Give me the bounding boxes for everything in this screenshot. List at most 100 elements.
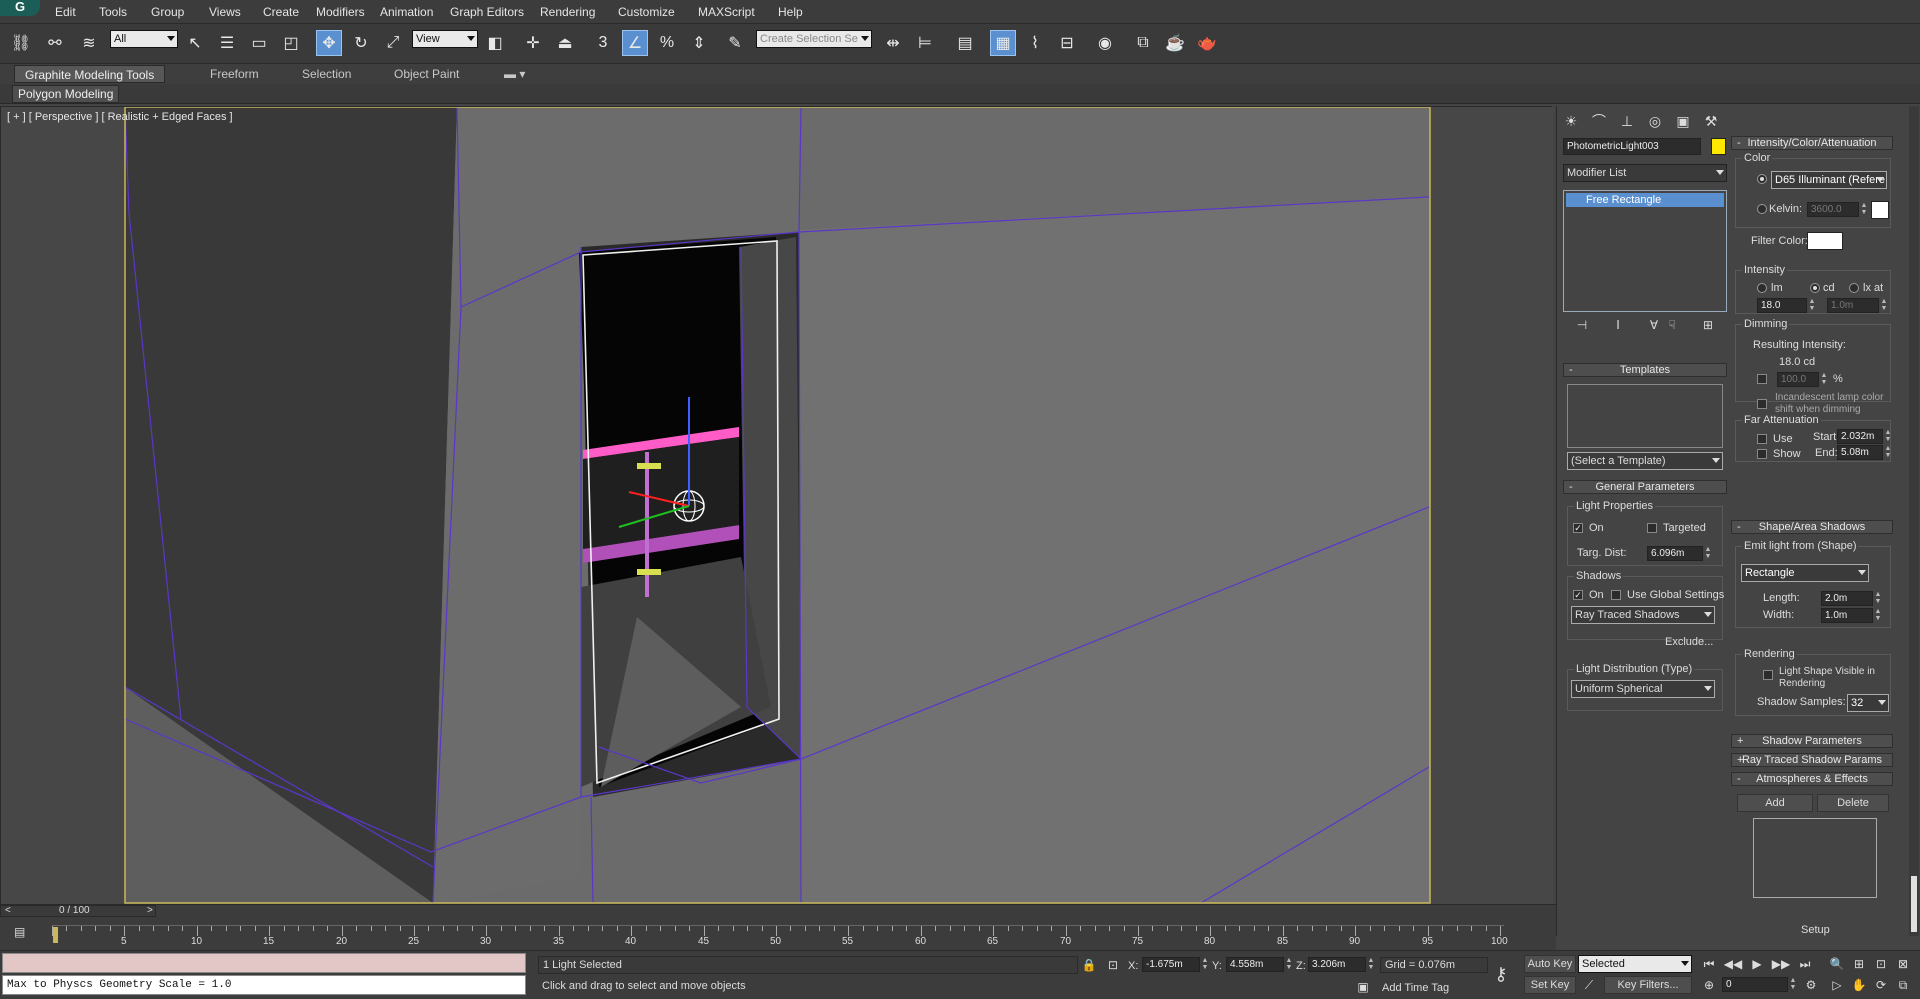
zoom-extents-all-icon[interactable]: ⊠	[1892, 955, 1914, 973]
lx-distance-spinner[interactable]: ▲ ▼	[1880, 298, 1888, 313]
far-use-checkbox[interactable]	[1757, 434, 1767, 444]
shape-visible-checkbox[interactable]	[1763, 670, 1773, 680]
length-spinner[interactable]: ▲ ▼	[1874, 591, 1882, 606]
x-coord-spinner[interactable]: ▲ ▼	[1201, 957, 1209, 972]
menu-animation[interactable]: Animation	[380, 5, 433, 19]
zoom-all-icon[interactable]: ⊞	[1848, 955, 1870, 973]
color-preset-dropdown[interactable]: D65 Illuminant (Refere	[1771, 171, 1887, 189]
go-to-start-icon[interactable]: ⏮	[1698, 955, 1720, 973]
dim-percent-field[interactable]: 100.0	[1777, 372, 1819, 387]
object-name-field[interactable]: PhotometricLight003	[1563, 138, 1701, 155]
remove-modifier-icon[interactable]: ☟	[1661, 316, 1683, 334]
spinner-snap-icon[interactable]: ⇕	[686, 30, 712, 56]
snap-toggle-icon[interactable]: 3	[590, 30, 616, 56]
angle-snap-icon[interactable]: ∠	[622, 30, 648, 56]
percent-snap-icon[interactable]: %	[654, 30, 680, 56]
current-frame-field[interactable]: 0	[1722, 977, 1788, 992]
add-time-tag-button[interactable]: Add Time Tag	[1382, 982, 1449, 994]
pivot-center-icon[interactable]: ◧	[482, 30, 508, 56]
field-of-view-icon[interactable]: ▷	[1826, 976, 1848, 994]
far-end-spinner[interactable]: ▲ ▼	[1884, 445, 1892, 460]
select-by-name-icon[interactable]: ☰	[214, 30, 240, 56]
render-production-icon[interactable]: 🫖	[1194, 30, 1220, 56]
rendered-frame-icon[interactable]: ☕	[1162, 30, 1188, 56]
modifier-stack[interactable]: Free Rectangle	[1563, 190, 1727, 312]
z-coord-spinner[interactable]: ▲ ▼	[1367, 957, 1375, 972]
curve-editor-icon[interactable]: ⌇	[1022, 30, 1048, 56]
ref-coord-dropdown[interactable]: View	[412, 30, 478, 48]
pan-view-icon[interactable]: ✋	[1848, 976, 1870, 994]
width-spinner[interactable]: ▲ ▼	[1874, 608, 1882, 623]
targ-dist-spinner[interactable]: ▲ ▼	[1704, 546, 1712, 561]
atmos-setup-button[interactable]: Setup	[1801, 924, 1830, 936]
current-frame-spinner[interactable]: ▲ ▼	[1789, 977, 1797, 992]
zoom-extents-icon[interactable]: ⊡	[1870, 955, 1892, 973]
exclude-button[interactable]: Exclude...	[1665, 636, 1713, 648]
bind-space-warp-icon[interactable]: ≋	[76, 30, 102, 56]
link-icon[interactable]: ⛓	[8, 30, 34, 56]
dimming-checkbox[interactable]	[1757, 374, 1767, 384]
menu-create[interactable]: Create	[263, 5, 299, 19]
menu-maxscript[interactable]: MAXScript	[698, 5, 755, 19]
shadow-params-rollout-header[interactable]: + Shadow Parameters	[1731, 734, 1893, 748]
mirror-icon[interactable]: ⇹	[880, 30, 906, 56]
auto-key-button[interactable]: Auto Key	[1524, 955, 1576, 973]
atmos-effects-rollout-header[interactable]: - Atmospheres & Effects	[1731, 772, 1893, 786]
maximize-viewport-icon[interactable]: ⧉	[1892, 976, 1914, 994]
keyboard-shortcut-icon[interactable]: ⏏	[552, 30, 578, 56]
create-tab-icon[interactable]: ☀	[1559, 110, 1583, 132]
modifier-list-dropdown[interactable]: Modifier List	[1563, 164, 1727, 182]
track-bar[interactable]: 5 10 15 20 25 30 35 40 45 50 55 60 65 70 75 80 85 90 95 100	[52, 925, 1508, 947]
viewport-label[interactable]: [ + ] [ Perspective ] [ Realistic + Edge…	[7, 111, 233, 123]
tab-graphite-modeling-tools[interactable]: Graphite Modeling Tools	[14, 65, 166, 83]
stack-item-free-rectangle[interactable]: Free Rectangle	[1566, 193, 1724, 207]
configure-sets-icon[interactable]: ⊞	[1697, 316, 1719, 334]
object-color-swatch[interactable]	[1711, 138, 1726, 155]
atmos-delete-button[interactable]: Delete	[1817, 794, 1889, 812]
maxscript-listener-output[interactable]: Max to Physcs Geometry Scale = 1.0	[2, 975, 526, 995]
ray-traced-params-rollout-header[interactable]: + Ray Traced Shadow Params	[1731, 753, 1893, 767]
kelvin-radio[interactable]	[1757, 204, 1767, 214]
selection-filter-dropdown[interactable]: All	[110, 30, 178, 48]
templates-rollout-header[interactable]: - Templates	[1563, 363, 1727, 377]
modify-tab-icon[interactable]: ⌒	[1587, 110, 1611, 132]
incandescent-checkbox[interactable]	[1757, 399, 1767, 409]
track-bar-icon[interactable]: ▤	[14, 925, 32, 941]
set-key-button[interactable]: Set Key	[1524, 976, 1576, 994]
menu-customize[interactable]: Customize	[618, 5, 675, 19]
intensity-field[interactable]: 18.0	[1757, 298, 1807, 313]
shadow-samples-dropdown[interactable]: 32	[1847, 694, 1889, 712]
shape-rollout-header[interactable]: - Shape/Area Shadows	[1731, 520, 1893, 534]
x-coord-field[interactable]: -1.675m	[1142, 957, 1200, 972]
display-tab-icon[interactable]: ▣	[1671, 110, 1695, 132]
window-crossing-icon[interactable]: ◰	[278, 30, 304, 56]
length-field[interactable]: 2.0m	[1821, 591, 1873, 606]
play-icon[interactable]: ▶	[1746, 955, 1768, 973]
current-frame-marker[interactable]	[53, 927, 58, 943]
layer-manager-icon[interactable]: ▤	[952, 30, 978, 56]
menu-modifiers[interactable]: Modifiers	[316, 5, 365, 19]
far-show-checkbox[interactable]	[1757, 449, 1767, 459]
transform-mode-icon[interactable]: ⊡	[1102, 956, 1124, 974]
schematic-view-icon[interactable]: ⊟	[1054, 30, 1080, 56]
app-logo-button[interactable]: G	[0, 0, 40, 16]
general-params-rollout-header[interactable]: - General Parameters	[1563, 480, 1727, 494]
y-coord-spinner[interactable]: ▲ ▼	[1285, 957, 1293, 972]
set-key-mode-icon[interactable]: ⚷	[1486, 964, 1516, 984]
scale-icon[interactable]: ⤢	[380, 30, 406, 56]
lx-radio[interactable]	[1849, 283, 1859, 293]
cd-radio[interactable]	[1810, 283, 1820, 293]
go-to-end-icon[interactable]: ⏭	[1794, 955, 1816, 973]
menu-tools[interactable]: Tools	[99, 5, 127, 19]
menu-group[interactable]: Group	[151, 5, 184, 19]
width-field[interactable]: 1.0m	[1821, 608, 1873, 623]
next-frame-icon[interactable]: ▶▶	[1770, 955, 1792, 973]
rotate-icon[interactable]: ↻	[348, 30, 374, 56]
preset-color-radio[interactable]	[1757, 174, 1767, 184]
show-end-result-icon[interactable]: Ⅰ	[1607, 316, 1629, 334]
far-end-field[interactable]: 5.08m	[1837, 445, 1883, 460]
time-slider[interactable]: < 0 / 100 >	[0, 905, 156, 917]
key-mode-toggle-icon[interactable]: ⊕	[1698, 976, 1720, 994]
key-mode-dropdown[interactable]: Selected	[1578, 955, 1692, 973]
unlink-icon[interactable]: ⚯	[42, 30, 68, 56]
